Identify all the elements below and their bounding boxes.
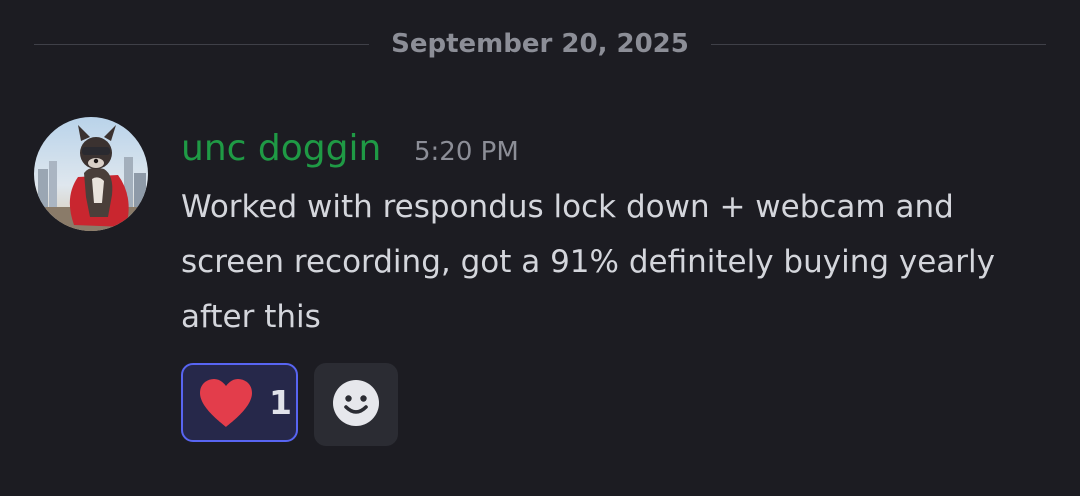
add-reaction-button[interactable] (314, 363, 398, 446)
dog-with-cape-avatar-icon (34, 117, 148, 231)
divider-line-left (34, 43, 370, 45)
date-divider-label: September 20, 2025 (391, 29, 689, 59)
heart-icon (197, 377, 255, 429)
heart-reaction-button[interactable]: 1 (181, 363, 298, 442)
avatar[interactable] (34, 117, 148, 231)
reaction-count: 1 (269, 383, 292, 422)
date-divider: September 20, 2025 (34, 22, 1046, 66)
message-author[interactable]: unc doggin (181, 124, 381, 174)
message-timestamp: 5:20 PM (414, 137, 519, 167)
divider-line-right (710, 43, 1046, 45)
smiley-face-icon (332, 379, 380, 431)
chat-view: September 20, 2025 unc doggin 5:20 PM Wo… (0, 0, 1080, 496)
message-text: Worked with respondus lock down + webcam… (181, 189, 995, 335)
